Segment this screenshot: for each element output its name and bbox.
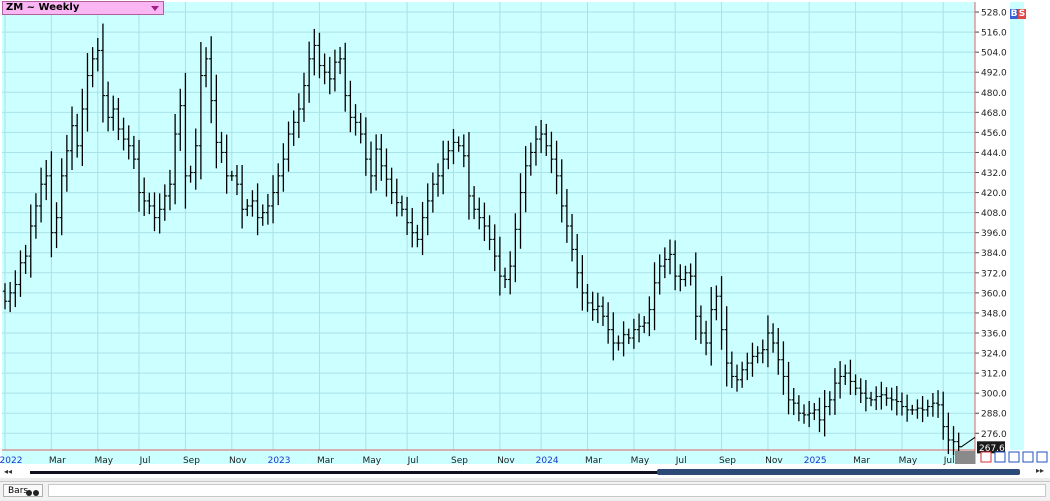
- x-tick-label: Mar: [317, 456, 334, 466]
- y-tick-label: 408.0: [981, 209, 1007, 219]
- x-tick-label: Mar: [585, 456, 602, 466]
- buy-badge[interactable]: B: [1010, 9, 1018, 19]
- x-tick-label: 2023: [268, 456, 291, 466]
- right-strip: [1010, 2, 1024, 450]
- y-tick-label: 336.0: [981, 329, 1007, 339]
- y-tick-label: 276.0: [981, 430, 1007, 440]
- x-tick-label: May: [94, 456, 113, 466]
- horizontal-scrollbar[interactable]: ◂◂ ▸▸: [0, 466, 1050, 478]
- y-tick-label: 288.0: [981, 410, 1007, 420]
- y-tick-label: 360.0: [981, 289, 1007, 299]
- y-tick-label: 348.0: [981, 309, 1007, 319]
- dropdown-caret-icon[interactable]: [151, 6, 159, 11]
- y-tick-label: 468.0: [981, 109, 1007, 119]
- x-tick-label: Jul: [139, 456, 151, 466]
- x-tick-label: 2025: [804, 456, 827, 466]
- y-tick-label: 372.0: [981, 269, 1007, 279]
- x-tick-label: Jul: [675, 456, 687, 466]
- scroll-thumb[interactable]: [657, 469, 1020, 475]
- current-period-marker: [955, 451, 975, 464]
- y-tick-label: 420.0: [981, 189, 1007, 199]
- linked-dots-icon: [26, 488, 40, 501]
- x-tick-label: Sep: [451, 456, 468, 466]
- sell-badge[interactable]: S: [1018, 9, 1026, 19]
- y-tick-label: 504.0: [981, 49, 1007, 59]
- axis-tool-button[interactable]: [994, 451, 1006, 463]
- y-tick-label: 312.0: [981, 370, 1007, 380]
- x-tick-label: Sep: [719, 456, 736, 466]
- x-tick-label: 2024: [536, 456, 559, 466]
- axis-tool-button[interactable]: [1036, 451, 1048, 463]
- y-tick-label: 300.0: [981, 390, 1007, 400]
- buy-sell-badges[interactable]: BS: [1010, 9, 1026, 19]
- x-tick-label: May: [363, 456, 382, 466]
- x-tick-label: May: [899, 456, 918, 466]
- x-tick-label: Mar: [853, 456, 870, 466]
- bottom-panel: [48, 484, 1046, 497]
- weekly-bar-chart[interactable]: 528.0 516.0 504.0 492.0 480.0 468.0 456.0 444.0…: [0, 0, 1050, 466]
- x-tick-label: 2022: [0, 456, 22, 466]
- bottom-toolbar: Bars: [0, 481, 1050, 500]
- y-tick-label: 444.0: [981, 149, 1007, 159]
- y-tick-label: 456.0: [981, 129, 1007, 139]
- y-tick-label: 480.0: [981, 89, 1007, 99]
- axis-tool-button[interactable]: [980, 451, 992, 463]
- y-tick-label: 516.0: [981, 29, 1007, 39]
- x-tick-label: Nov: [497, 456, 515, 466]
- symbol-label: ZM ~ Weekly: [6, 2, 80, 13]
- bars-tab[interactable]: Bars: [3, 484, 43, 497]
- x-tick-label: Jul: [407, 456, 419, 466]
- x-tick-label: Jul: [943, 456, 955, 466]
- axis-tool-button[interactable]: [1008, 451, 1020, 463]
- y-tick-label: 324.0: [981, 350, 1007, 360]
- y-tick-label: 396.0: [981, 229, 1007, 239]
- symbol-selector[interactable]: ZM ~ Weekly: [2, 1, 164, 15]
- x-tick-label: Nov: [229, 456, 247, 466]
- x-tick-label: Sep: [183, 456, 200, 466]
- x-tick-label: Nov: [765, 456, 783, 466]
- x-tick-label: Mar: [49, 456, 66, 466]
- y-tick-label: 384.0: [981, 249, 1007, 259]
- x-tick-label: May: [631, 456, 650, 466]
- y-tick-label: 432.0: [981, 169, 1007, 179]
- axis-tool-button[interactable]: [1022, 451, 1034, 463]
- y-tick-label: 492.0: [981, 69, 1007, 79]
- scroll-left-icon[interactable]: ◂◂: [4, 467, 12, 476]
- chart-svg: 528.0 516.0 504.0 492.0 480.0 468.0 456.0 444.0…: [0, 0, 1050, 466]
- y-tick-label: 528.0: [981, 9, 1007, 19]
- scroll-right-icon[interactable]: ▸▸: [1036, 466, 1044, 475]
